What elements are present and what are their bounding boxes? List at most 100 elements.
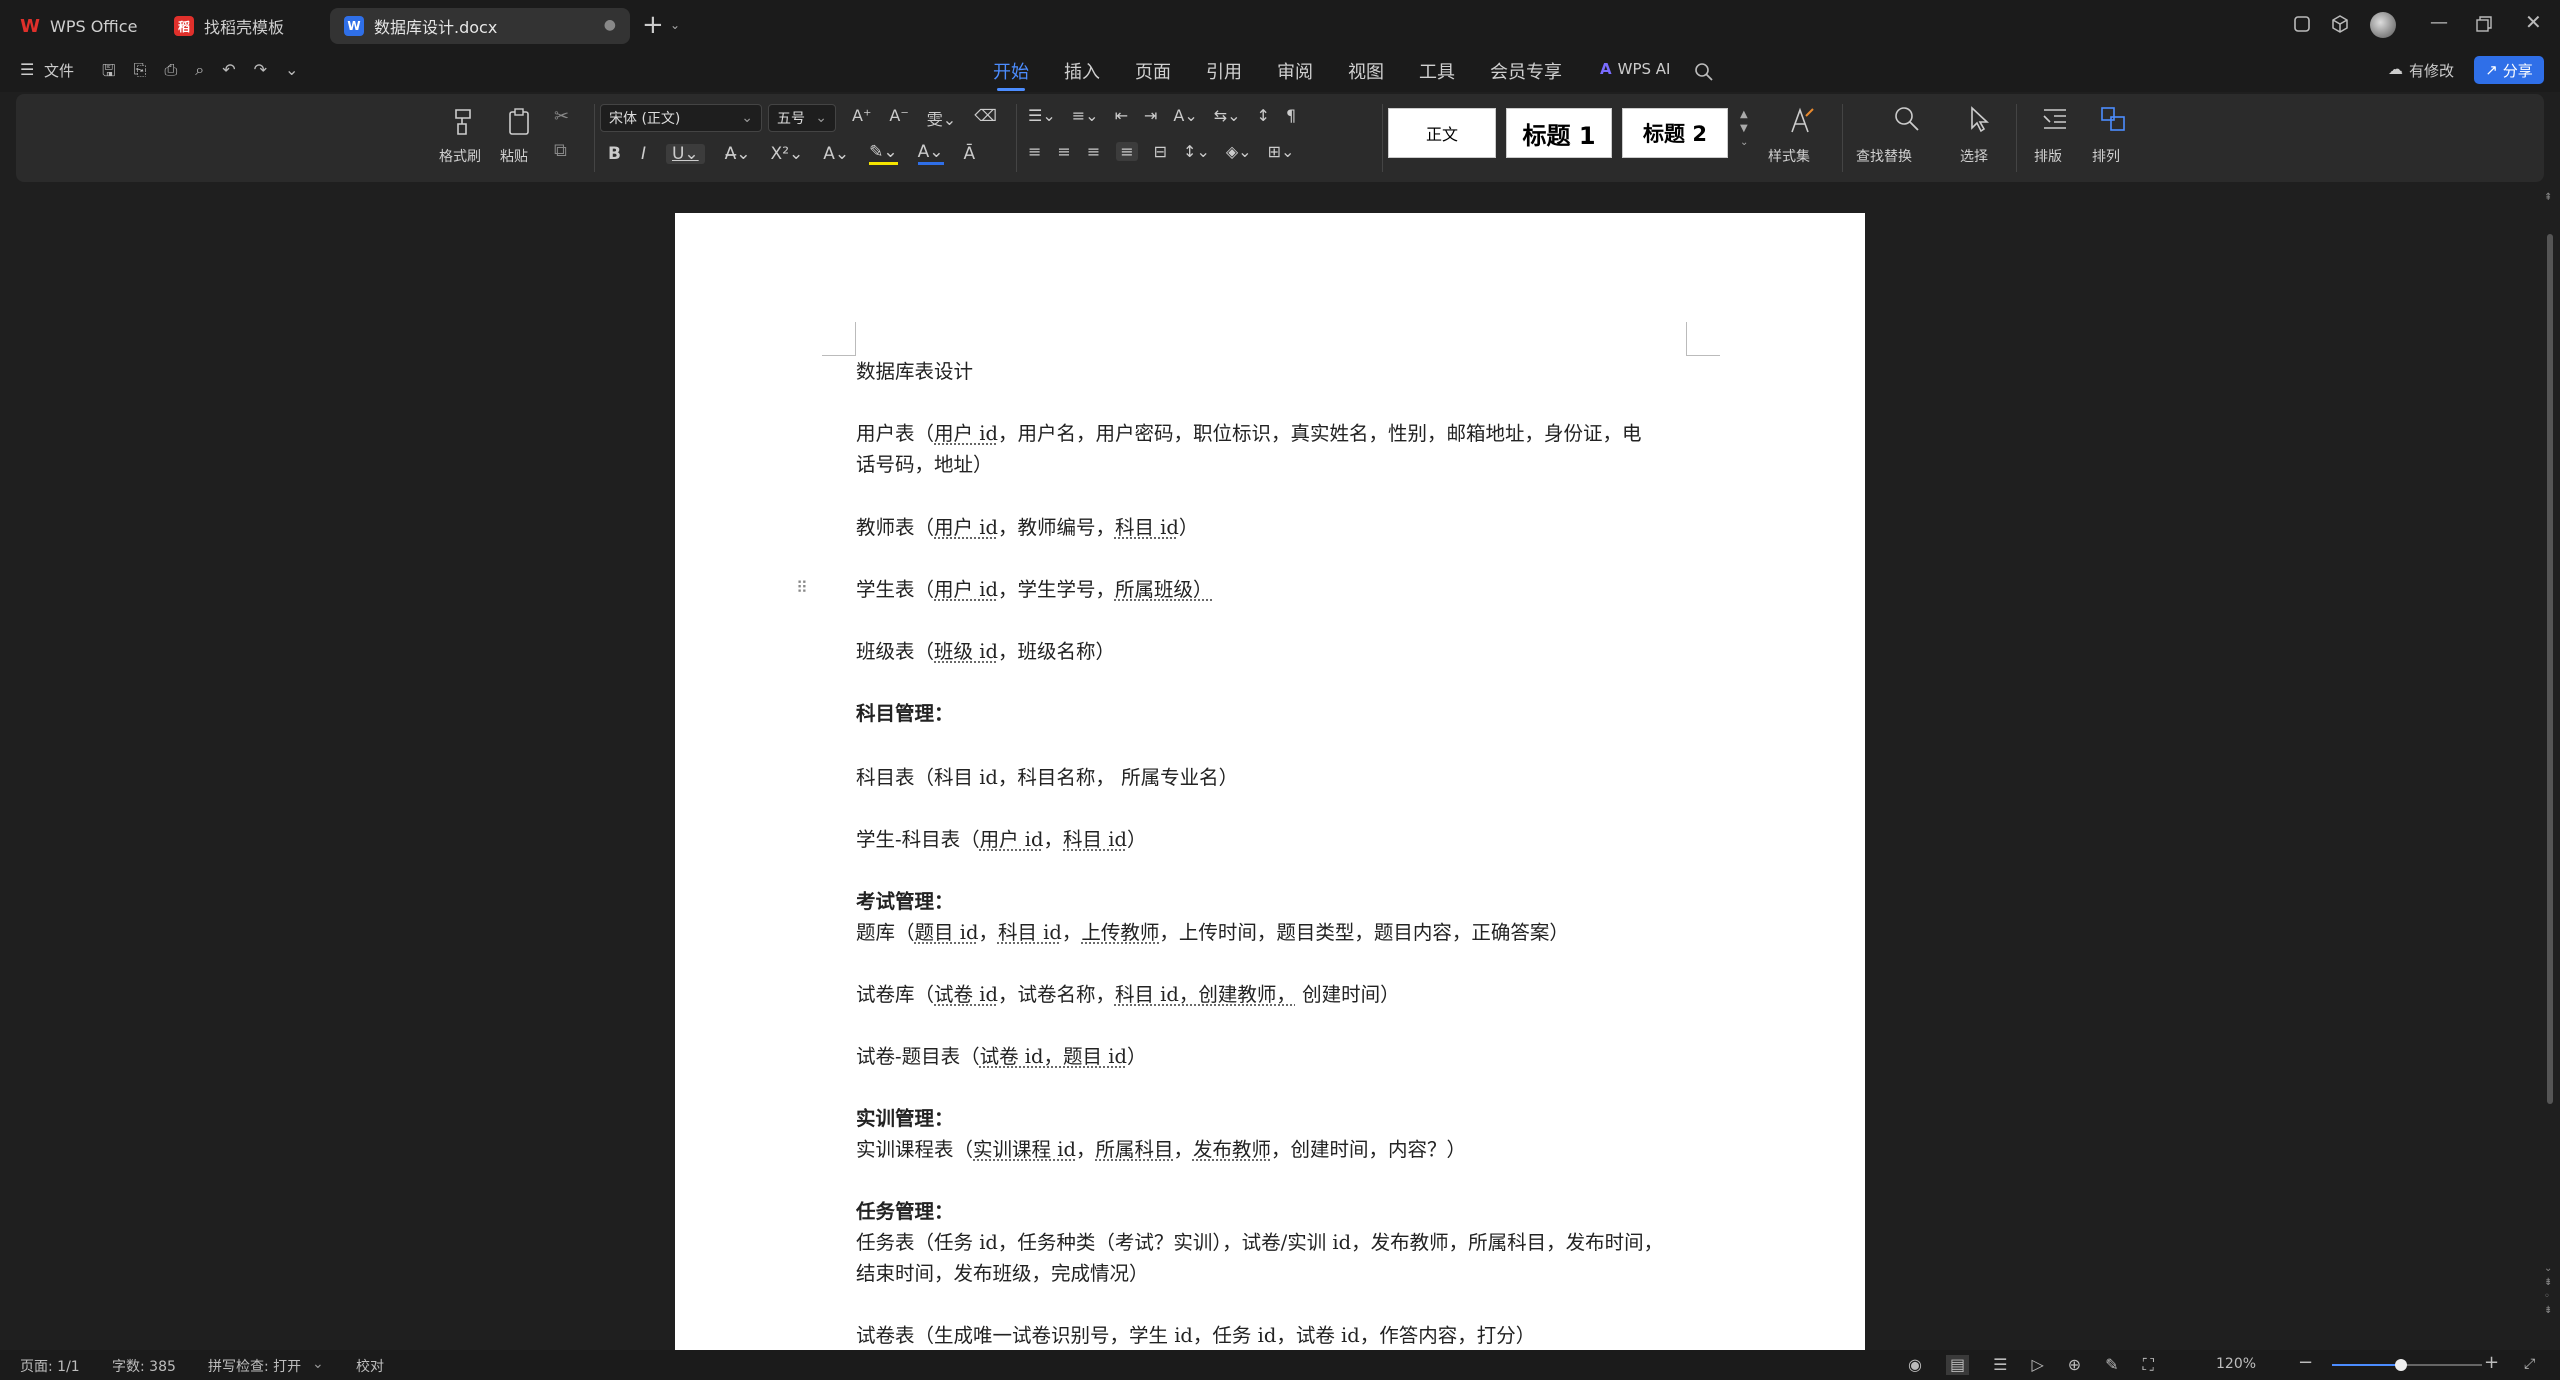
chevron-down-icon[interactable]: ⌄ <box>312 1356 324 1372</box>
zoom-level[interactable]: 120% <box>2216 1356 2256 1372</box>
zoom-out-icon[interactable]: − <box>2298 1352 2313 1373</box>
find-replace-label[interactable]: 查找替换 <box>1856 146 1912 166</box>
superscript-icon[interactable]: X²⌄ <box>771 144 804 164</box>
drag-handle-icon[interactable]: ⠿ <box>796 578 808 597</box>
share-button[interactable]: ↗ 分享 <box>2474 56 2544 84</box>
select-cursor-icon[interactable] <box>1964 104 1994 134</box>
outline-view-icon[interactable]: ☰ <box>1993 1355 2007 1375</box>
find-replace-icon[interactable] <box>1892 104 1922 134</box>
minimize-icon[interactable]: — <box>2430 12 2448 33</box>
zoom-slider[interactable] <box>2332 1359 2482 1371</box>
redo-icon[interactable]: ↷ <box>254 60 267 87</box>
align-left-icon[interactable]: ≡ <box>1028 142 1041 161</box>
borders-icon[interactable]: ⊞⌄ <box>1268 142 1295 161</box>
sort-icon[interactable]: ↕ <box>1257 106 1270 125</box>
paste-icon[interactable] <box>504 106 534 136</box>
scroll-bottom-icon[interactable]: ⌄ ⇟ ◦ ⇟ <box>2544 1262 2552 1318</box>
export-icon[interactable]: ⎘ <box>134 60 147 87</box>
font-color-icon[interactable]: A⌄ <box>917 142 944 165</box>
strikethrough-icon[interactable]: A̶⌄ <box>725 144 751 164</box>
tab-template[interactable]: 稻 找稻壳模板 <box>160 8 298 44</box>
increase-indent-icon[interactable]: ⇥ <box>1144 106 1157 125</box>
style-heading-2[interactable]: 标题 2 <box>1622 108 1728 158</box>
cube-icon[interactable] <box>2330 14 2350 34</box>
style-normal[interactable]: 正文 <box>1388 108 1496 158</box>
style-set-label[interactable]: 样式集 <box>1768 146 1810 166</box>
numbering-icon[interactable]: ≡⌄ <box>1072 106 1099 125</box>
decrease-indent-icon[interactable]: ⇤ <box>1115 106 1128 125</box>
page-view-icon[interactable]: ▤ <box>1945 1355 1970 1375</box>
undo-icon[interactable]: ↶ <box>222 60 235 87</box>
tab-review[interactable]: 审阅 <box>1277 58 1313 84</box>
proofread[interactable]: 校对 <box>356 1356 384 1376</box>
tab-document[interactable]: W 数据库设计.docx ● <box>330 8 630 44</box>
tab-references[interactable]: 引用 <box>1206 58 1242 84</box>
hamburger-icon[interactable]: ☰ <box>20 60 34 79</box>
tab-insert[interactable]: 插入 <box>1064 58 1100 84</box>
modify-status-button[interactable]: ☁ 有修改 <box>2388 60 2454 81</box>
tab-member[interactable]: 会员专享 <box>1490 58 1562 84</box>
arrange-label[interactable]: 排列 <box>2092 146 2120 166</box>
shrink-font-icon[interactable]: A⁻ <box>889 106 908 130</box>
italic-icon[interactable]: I <box>641 144 646 164</box>
cut-icon[interactable]: ✂ <box>554 106 569 127</box>
chinese-layout-icon[interactable]: A⌄ <box>1173 106 1197 125</box>
tab-page[interactable]: 页面 <box>1135 58 1171 84</box>
zoom-in-icon[interactable]: + <box>2484 1352 2499 1373</box>
styles-scroll-icon[interactable]: ▲ ▼ ⌄ <box>1740 108 1748 150</box>
page-indicator[interactable]: 页面: 1/1 <box>20 1356 80 1376</box>
document-page[interactable] <box>675 213 1865 1350</box>
underline-icon[interactable]: U⌄ <box>665 143 705 164</box>
arrange-icon[interactable] <box>2098 104 2128 134</box>
new-tab-icon[interactable]: + <box>642 10 664 40</box>
tab-tools[interactable]: 工具 <box>1419 58 1455 84</box>
align-center-icon[interactable]: ≡ <box>1057 142 1070 161</box>
tab-view[interactable]: 视图 <box>1348 58 1384 84</box>
file-menu[interactable]: 文件 <box>44 60 74 81</box>
highlight-icon[interactable]: ✎⌄ <box>869 142 898 165</box>
copy-icon[interactable]: ⧉ <box>554 140 567 161</box>
show-marks-icon[interactable]: ¶ <box>1286 106 1296 125</box>
style-heading-1[interactable]: 标题 1 <box>1506 108 1612 158</box>
web-view-icon[interactable]: ⊕ <box>2068 1355 2081 1375</box>
fit-page-icon[interactable]: ⛶ <box>2143 1355 2154 1375</box>
print-preview-icon[interactable]: ⌕ <box>195 60 204 87</box>
tab-home[interactable]: 开始 <box>993 58 1029 91</box>
save-icon[interactable]: 🖫 <box>102 60 116 87</box>
spell-check[interactable]: 拼写检查: 打开 <box>208 1356 301 1376</box>
layout-label[interactable]: 排版 <box>2034 146 2062 166</box>
print-icon[interactable]: ⎙ <box>164 60 177 87</box>
vertical-scrollbar[interactable]: ⇞ ⌄ ⇟ ◦ ⇟ <box>2540 182 2560 1350</box>
grow-font-icon[interactable]: A⁺ <box>852 106 871 130</box>
bullets-icon[interactable]: ☰⌄ <box>1028 106 1056 125</box>
phonetic-icon[interactable]: 雯⌄ <box>927 106 956 130</box>
close-tab-icon[interactable]: ● <box>604 17 616 33</box>
bold-icon[interactable]: B <box>608 144 621 164</box>
fullscreen-icon[interactable]: ⤢ <box>2524 1356 2535 1372</box>
shading-icon[interactable]: ◈⌄ <box>1226 142 1252 161</box>
select-label[interactable]: 选择 <box>1960 146 1988 166</box>
font-size-select[interactable]: 五号 ⌄ <box>768 104 836 132</box>
scroll-top-icon[interactable]: ⇞ <box>2544 192 2552 203</box>
format-painter-icon[interactable] <box>448 106 478 136</box>
wps-ai-button[interactable]: A WPS AI <box>1600 60 1670 78</box>
paste-label[interactable]: 粘贴 <box>500 146 528 166</box>
search-icon[interactable] <box>1694 62 1714 82</box>
zoom-slider-thumb[interactable] <box>2395 1359 2407 1371</box>
line-spacing-icon[interactable]: ↕⌄ <box>1183 142 1210 161</box>
text-effect-icon[interactable]: A⌄ <box>823 144 849 164</box>
restore-icon[interactable] <box>2475 15 2493 33</box>
close-window-icon[interactable]: ✕ <box>2525 10 2542 34</box>
justify-icon[interactable]: ≡ <box>1116 142 1138 161</box>
tile-icon[interactable] <box>2292 14 2312 34</box>
tab-wps-office[interactable]: W WPS Office <box>6 8 151 44</box>
style-set-icon[interactable] <box>1786 106 1816 136</box>
clear-format-icon[interactable]: ⌫ <box>974 106 997 130</box>
char-border-icon[interactable]: Ā <box>964 144 976 164</box>
font-name-select[interactable]: 宋体 (正文) ⌄ <box>600 104 762 132</box>
layout-icon[interactable] <box>2040 104 2070 134</box>
distribute-icon[interactable]: ⊟ <box>1154 142 1167 161</box>
align-right-icon[interactable]: ≡ <box>1087 142 1100 161</box>
word-count[interactable]: 字数: 385 <box>112 1356 176 1376</box>
scroll-thumb[interactable] <box>2547 234 2553 1104</box>
